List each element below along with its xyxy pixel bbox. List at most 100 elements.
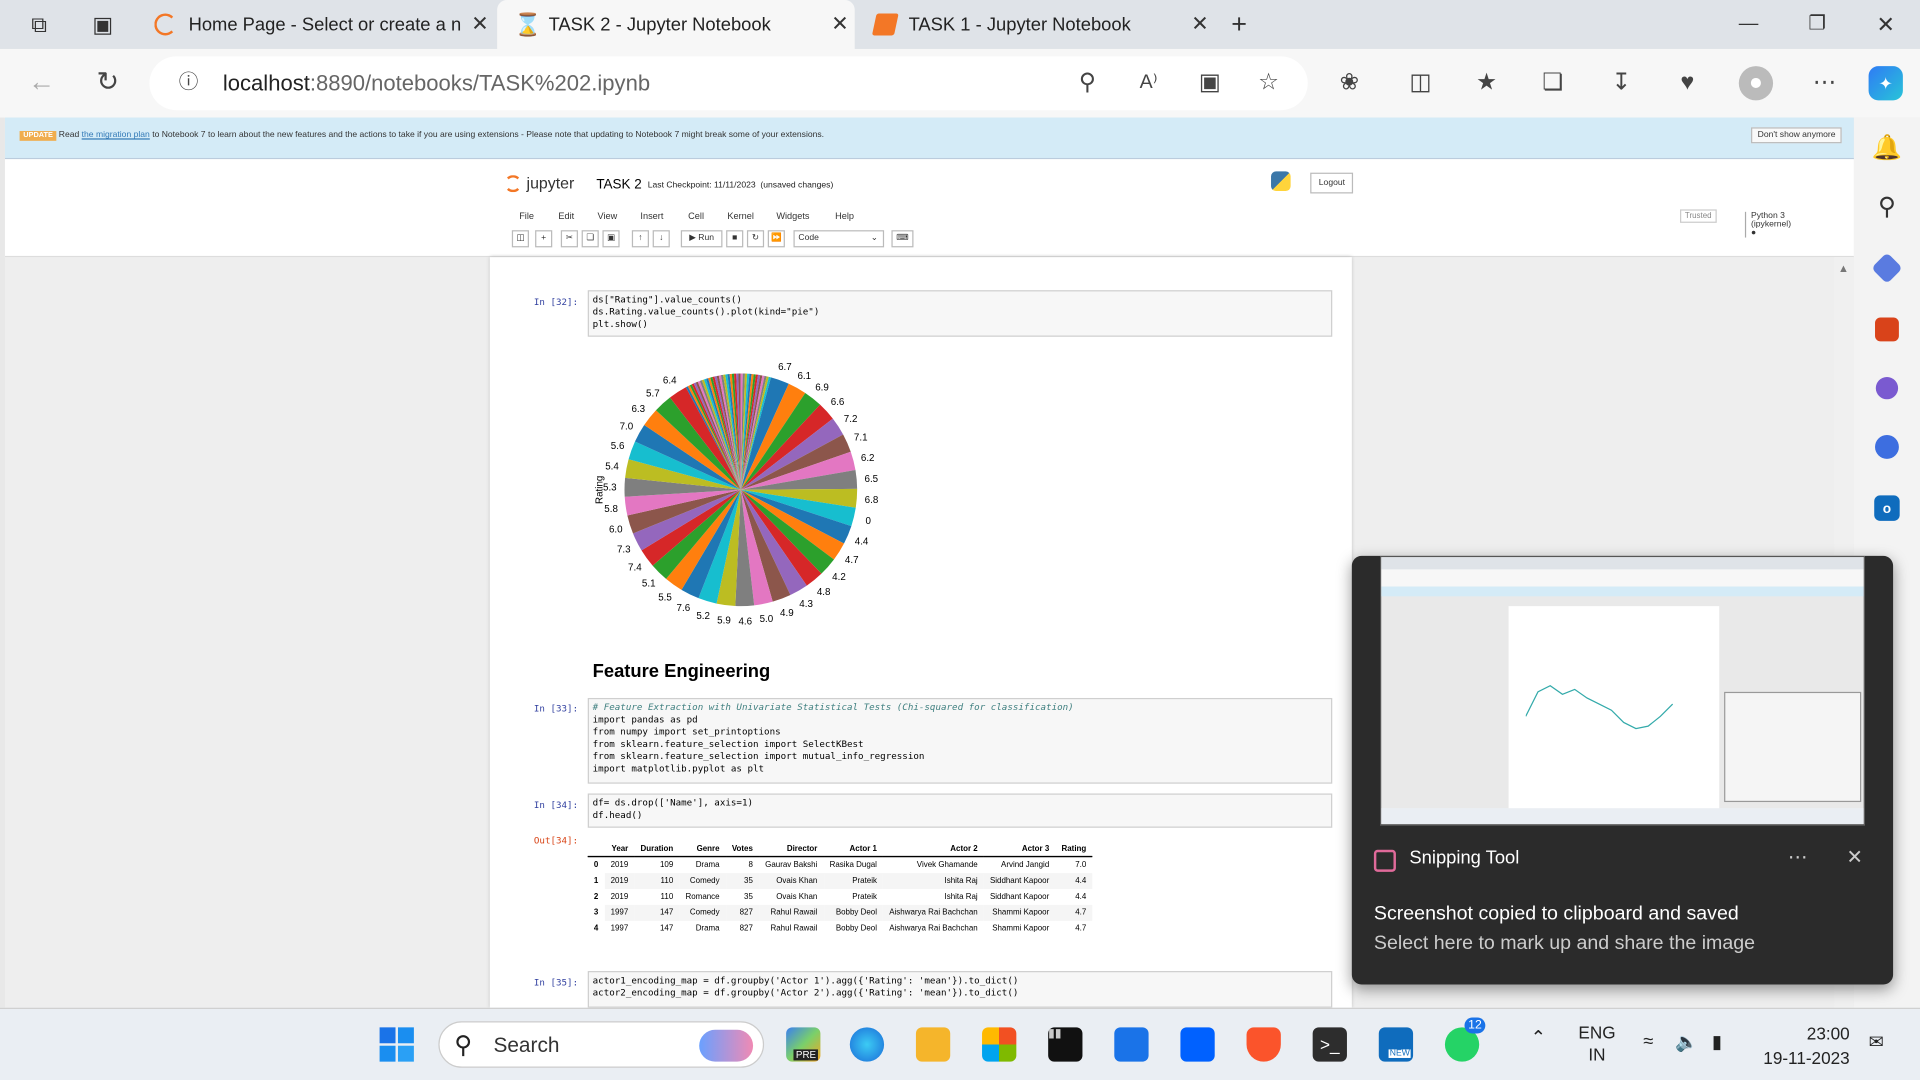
outlook-icon[interactable]: o <box>1874 495 1900 521</box>
copilot-pre-icon[interactable]: PRE <box>786 1027 821 1062</box>
pie-slice-label: 5.9 <box>717 615 731 624</box>
extensions-icon[interactable]: ❀ <box>1332 66 1366 100</box>
table-cell: 2019 <box>610 892 629 902</box>
jupyter-favicon-icon <box>154 13 177 36</box>
mail-icon[interactable] <box>1114 1027 1149 1062</box>
dont-show-anymore-button[interactable]: Don't show anymore <box>1751 127 1842 144</box>
migration-plan-link[interactable]: the migration plan <box>82 131 150 140</box>
wifi-icon[interactable]: ≈ <box>1643 1031 1653 1052</box>
immersive-reader-icon[interactable]: ▣ <box>1193 66 1227 100</box>
collections-icon[interactable]: ❏ <box>1536 66 1570 100</box>
battery-icon[interactable]: ▮ <box>1712 1031 1722 1053</box>
tab-task-1[interactable]: TASK 1 - Jupyter Notebook ✕ <box>857 0 1215 49</box>
more-options-icon[interactable]: ⋯ <box>1788 845 1808 869</box>
code-cell-34[interactable]: df= ds.drop(['Name'], axis=1) df.head() <box>587 793 1333 828</box>
command-palette-icon[interactable]: ⌨ <box>891 230 914 248</box>
outlook-new-icon[interactable]: NEW <box>1378 1027 1414 1062</box>
menu-kernel[interactable]: Kernel <box>727 211 754 222</box>
show-hidden-icons-chevron[interactable]: ⌃ <box>1531 1026 1546 1048</box>
tab-home-page[interactable]: Home Page - Select or create a n ✕ <box>137 0 495 49</box>
address-bar[interactable]: ⓘ localhost:8890/notebooks/TASK%202.ipyn… <box>149 56 1308 111</box>
save-icon[interactable]: ◫ <box>511 230 529 248</box>
menu-insert[interactable]: Insert <box>640 211 663 222</box>
minimize-icon[interactable]: — <box>1714 0 1783 49</box>
start-windows-icon[interactable] <box>379 1027 414 1062</box>
menu-view[interactable]: View <box>598 211 618 222</box>
edge-taskbar-icon[interactable] <box>849 1027 885 1062</box>
menu-file[interactable]: File <box>519 211 534 222</box>
code-cell-35[interactable]: actor1_encoding_map = df.groupby('Actor … <box>587 971 1333 1008</box>
table-cell: Drama <box>695 860 720 870</box>
command-prompt-icon[interactable]: >_ <box>1312 1027 1347 1062</box>
menu-widgets[interactable]: Widgets <box>776 211 809 222</box>
favorites-icon[interactable]: ★ <box>1469 66 1503 100</box>
toast-title: Screenshot copied to clipboard and saved <box>1373 903 1739 925</box>
read-aloud-icon[interactable]: A⁾ <box>1131 66 1165 100</box>
paste-icon[interactable]: ▣ <box>602 230 620 248</box>
copy-icon[interactable]: ❏ <box>581 230 599 248</box>
back-icon[interactable]: ← <box>24 65 58 99</box>
new-tab-icon[interactable]: + <box>1225 9 1254 39</box>
close-tab-icon[interactable]: ✕ <box>825 12 854 36</box>
menu-edit[interactable]: Edit <box>558 211 574 222</box>
tools-icon[interactable] <box>1875 317 1899 342</box>
run-button[interactable]: ▶ Run <box>680 230 723 248</box>
more-menu-icon[interactable]: ⋯ <box>1807 66 1841 100</box>
dropbox-icon[interactable] <box>1180 1027 1215 1062</box>
taskbar-search[interactable]: ⚲ Search <box>438 1021 765 1068</box>
split-screen-icon[interactable]: ◫ <box>1403 66 1437 100</box>
notifications-bell-icon[interactable]: 🔔 <box>1871 132 1903 164</box>
workspaces-icon[interactable]: ⧉ <box>24 10 53 39</box>
microsoft-365-icon[interactable] <box>1875 435 1899 459</box>
screenshot-thumbnail[interactable] <box>1380 555 1865 826</box>
restore-icon[interactable]: ❐ <box>1783 0 1852 49</box>
favorite-star-icon[interactable]: ☆ <box>1251 66 1285 100</box>
close-tab-icon[interactable]: ✕ <box>1185 12 1214 36</box>
close-icon[interactable]: ✕ <box>1847 845 1863 869</box>
shopping-tag-icon[interactable] <box>1871 252 1903 284</box>
cell-type-select[interactable]: Code ⌄ <box>793 230 885 248</box>
clock[interactable]: 23:00 19-11-2023 <box>1763 1021 1849 1070</box>
zoom-icon[interactable]: ⚲ <box>1070 66 1104 100</box>
volume-icon[interactable]: 🔈 <box>1675 1031 1698 1053</box>
table-column-header: Duration <box>634 842 680 858</box>
close-tab-icon[interactable]: ✕ <box>465 12 494 36</box>
downloads-icon[interactable]: ↧ <box>1604 66 1638 100</box>
trusted-indicator[interactable]: Trusted <box>1680 209 1717 223</box>
refresh-icon[interactable]: ↻ <box>91 65 125 99</box>
search-icon[interactable]: ⚲ <box>1871 191 1903 223</box>
close-window-icon[interactable]: ✕ <box>1851 0 1920 49</box>
jupyter-logo[interactable]: jupyter <box>504 174 574 192</box>
cut-icon[interactable]: ✂ <box>560 230 578 248</box>
insert-cell-icon[interactable]: + <box>535 230 553 248</box>
restart-icon[interactable]: ↻ <box>746 230 765 248</box>
table-column-header: Actor 2 <box>883 842 984 858</box>
tab-actions-icon[interactable]: ▣ <box>88 10 117 39</box>
table-cell: Bobby Deol <box>823 904 884 921</box>
menu-help[interactable]: Help <box>835 211 854 222</box>
move-down-icon[interactable]: ↓ <box>652 230 670 248</box>
move-up-icon[interactable]: ↑ <box>631 230 649 248</box>
snipping-tool-notification[interactable]: Snipping Tool ⋯ ✕ Screenshot copied to c… <box>1351 555 1894 985</box>
copilot-icon[interactable]: ✦ <box>1868 66 1903 101</box>
code-cell-32[interactable]: ds["Rating"].value_counts() ds.Rating.va… <box>587 290 1333 337</box>
file-explorer-icon[interactable] <box>915 1027 951 1062</box>
browser-essentials-icon[interactable]: ♥ <box>1670 66 1704 100</box>
menu-cell[interactable]: Cell <box>688 211 704 222</box>
notification-center-icon[interactable]: ✉ <box>1869 1031 1884 1053</box>
code-cell-33[interactable]: # Feature Extraction with Univariate Sta… <box>587 697 1333 784</box>
language-indicator[interactable]: ENG IN <box>1578 1021 1615 1065</box>
notebook-title[interactable]: TASK 2 <box>596 178 641 193</box>
microsoft-store-icon[interactable] <box>982 1027 1017 1062</box>
terminal-icon[interactable]: ▮▮ <box>1048 1027 1083 1062</box>
games-icon[interactable] <box>1875 377 1899 400</box>
whatsapp-icon[interactable]: 12 <box>1444 1017 1486 1062</box>
brave-browser-icon[interactable] <box>1246 1027 1281 1062</box>
profile-avatar-icon[interactable]: ● <box>1738 66 1774 101</box>
logout-button[interactable]: Logout <box>1310 172 1354 194</box>
site-info-icon[interactable]: ⓘ <box>171 66 205 100</box>
interrupt-icon[interactable]: ■ <box>726 230 744 248</box>
scroll-up-icon[interactable]: ▲ <box>1838 262 1849 274</box>
restart-run-all-icon[interactable]: ⏩ <box>767 230 785 248</box>
tab-task-2[interactable]: ⌛ TASK 2 - Jupyter Notebook ✕ <box>497 0 855 49</box>
